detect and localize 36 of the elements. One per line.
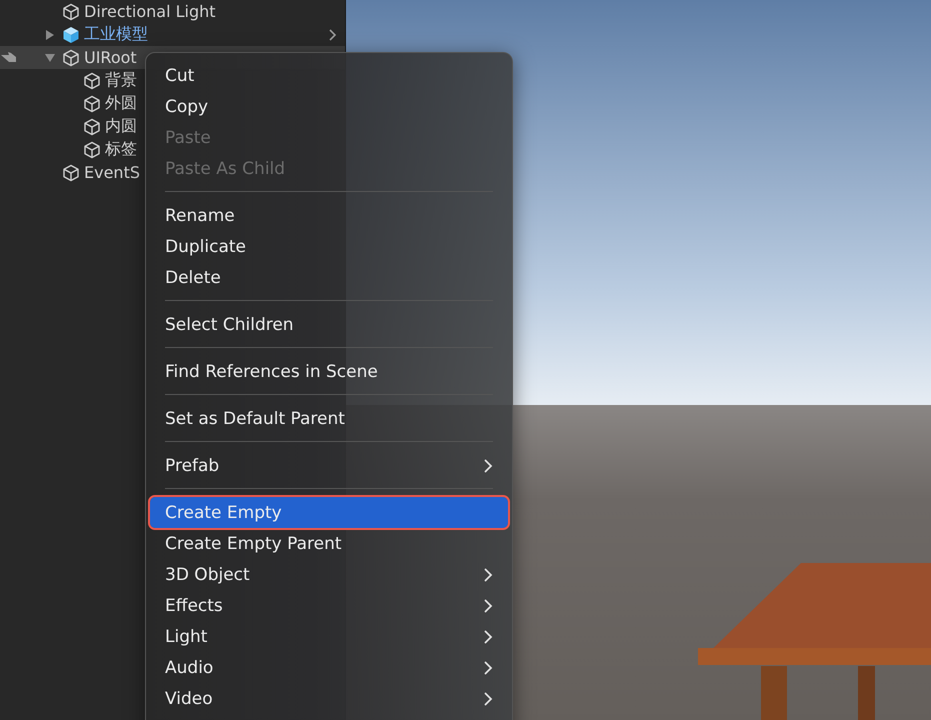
menu-item[interactable]: 3D Object — [150, 559, 508, 590]
menu-item[interactable]: Effects — [150, 590, 508, 621]
menu-item[interactable]: Duplicate — [150, 231, 508, 262]
collapse-arrow-icon[interactable] — [45, 52, 55, 62]
cube-icon — [62, 2, 80, 20]
cube-icon — [83, 118, 101, 136]
cube-icon — [83, 72, 101, 90]
object-name: UIRoot — [84, 48, 137, 67]
menu-item[interactable]: Delete — [150, 262, 508, 293]
object-name: 内圆 — [105, 116, 137, 137]
menu-item[interactable]: Prefab — [150, 450, 508, 481]
menu-item[interactable]: Light — [150, 621, 508, 652]
hand-icon — [0, 49, 18, 65]
menu-item[interactable]: Create Empty Parent — [150, 528, 508, 559]
menu-item[interactable]: Select Children — [150, 309, 508, 340]
cube-icon — [62, 164, 80, 182]
cube-icon — [62, 48, 80, 66]
cube-icon — [83, 140, 101, 158]
object-name: 标签 — [105, 139, 137, 160]
menu-item[interactable]: Find References in Scene — [150, 356, 508, 387]
object-name: Directional Light — [84, 2, 216, 21]
object-name: 背景 — [105, 70, 137, 91]
cube-icon — [83, 94, 101, 112]
cube-icon — [62, 26, 80, 44]
object-name: EventS — [84, 163, 140, 182]
chevron-right-icon[interactable] — [329, 29, 337, 41]
menu-item[interactable]: Rename — [150, 200, 508, 231]
expand-arrow-icon[interactable] — [45, 30, 55, 40]
menu-item[interactable]: Set as Default Parent — [150, 403, 508, 434]
menu-item[interactable]: Video — [150, 683, 508, 714]
menu-item[interactable]: Copy — [150, 91, 508, 122]
object-name: 工业模型 — [84, 24, 148, 45]
menu-item[interactable]: Audio — [150, 652, 508, 683]
menu-item[interactable]: Create Empty — [150, 497, 508, 528]
object-name: 外圆 — [105, 93, 137, 114]
menu-item[interactable]: Cut — [150, 60, 508, 91]
